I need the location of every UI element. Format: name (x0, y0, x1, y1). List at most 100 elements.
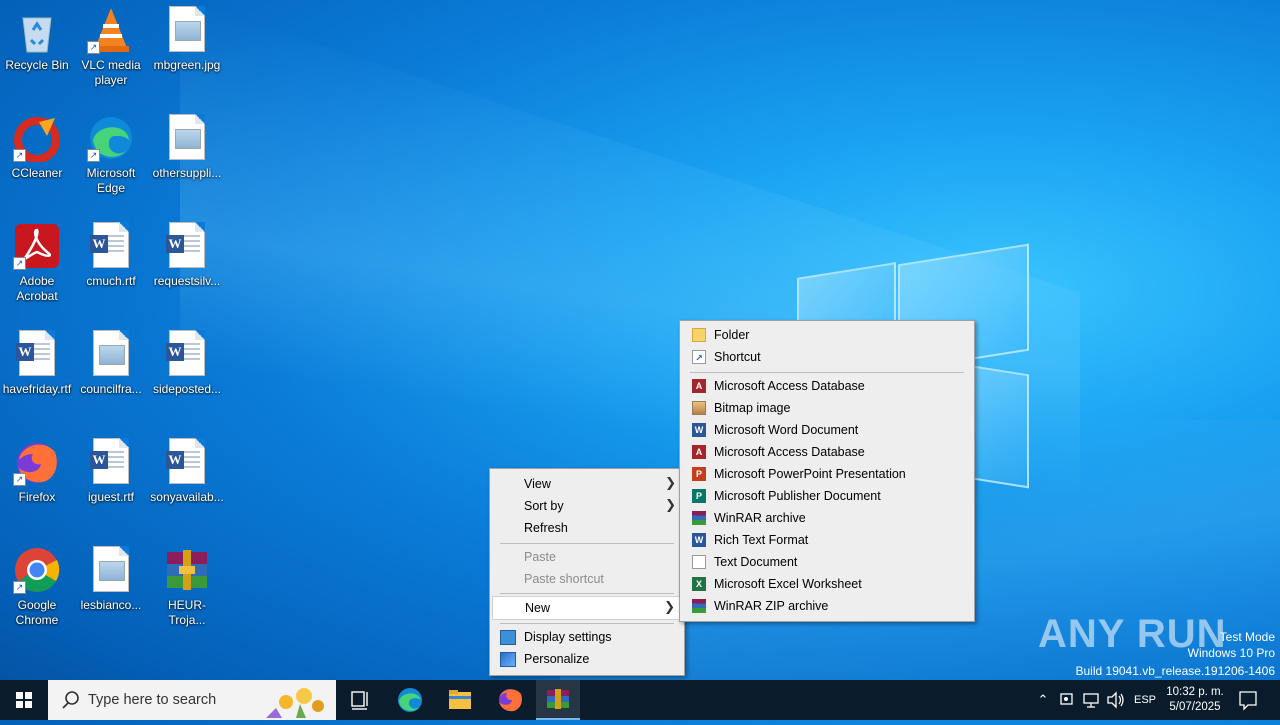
menu-item-paste[interactable]: Paste (492, 546, 682, 568)
taskbar-edge-button[interactable] (386, 680, 434, 720)
desktop-icon-requestsilv[interactable]: W requestsilv... (150, 216, 224, 289)
desktop-icon-lesbianco[interactable]: lesbianco... (74, 540, 148, 613)
menu-item-sort-by[interactable]: Sort by ❯ (492, 495, 682, 517)
menu-separator (690, 372, 964, 373)
menu-item-display-settings[interactable]: Display settings (492, 626, 682, 648)
word-doc-icon: W (87, 438, 135, 486)
desktop-icon-edge[interactable]: ↗ Microsoft Edge (74, 108, 148, 196)
desktop-icon-firefox[interactable]: ↗ Firefox (0, 432, 74, 505)
text-file-icon (692, 555, 706, 569)
menu-separator (500, 593, 674, 594)
word-doc-icon: W (13, 330, 61, 378)
submenu-item-access-database-2[interactable]: A Microsoft Access Database (682, 441, 972, 463)
input-language-indicator[interactable]: ESP (1130, 680, 1160, 720)
taskbar-search-box[interactable]: Type here to search (48, 680, 336, 720)
access-icon: A (692, 379, 706, 393)
taskbar-clock[interactable]: 10:32 p. m. 5/07/2025 (1162, 680, 1228, 725)
acrobat-icon: ↗ (13, 222, 61, 270)
menu-item-paste-shortcut[interactable]: Paste shortcut (492, 568, 682, 590)
desktop-icon-chrome[interactable]: ↗ Google Chrome (0, 540, 74, 628)
winrar-icon (163, 546, 211, 594)
desktop-icon-vlc[interactable]: ↗ VLC media player (74, 0, 148, 88)
new-submenu: Folder ↗ Shortcut A Microsoft Access Dat… (679, 320, 975, 622)
taskbar-file-explorer-button[interactable] (436, 680, 484, 720)
winrar-icon (692, 511, 706, 525)
submenu-item-winrar[interactable]: WinRAR archive (682, 507, 972, 529)
build-label: Build 19041.vb_release.191206-1406 (1075, 664, 1276, 678)
submenu-item-access-database[interactable]: A Microsoft Access Database (682, 375, 972, 397)
taskbar-firefox-button[interactable] (486, 680, 534, 720)
edge-icon (398, 688, 422, 712)
word-doc-icon: W (163, 222, 211, 270)
menu-item-refresh[interactable]: Refresh (492, 517, 682, 539)
word-doc-icon: W (163, 438, 211, 486)
windows-edition-label: Windows 10 Pro (1187, 646, 1275, 660)
submenu-item-rtf[interactable]: W Rich Text Format (682, 529, 972, 551)
desktop-icon-mbgreen[interactable]: mbgreen.jpg (150, 0, 224, 73)
desktop-icon-ccleaner[interactable]: ↗ CCleaner (0, 108, 74, 181)
taskbar-winrar-button[interactable] (536, 680, 580, 720)
submenu-item-powerpoint[interactable]: P Microsoft PowerPoint Presentation (682, 463, 972, 485)
firefox-icon: ↗ (13, 438, 61, 486)
task-view-button[interactable] (336, 680, 384, 720)
excel-icon: X (692, 577, 706, 591)
desktop-icon-havefriday[interactable]: W havefriday.rtf (0, 324, 74, 397)
word-doc-icon: W (163, 330, 211, 378)
shortcut-icon: ↗ (692, 350, 706, 364)
task-view-icon (351, 691, 368, 710)
publisher-icon: P (692, 489, 706, 503)
desktop-icon-sonyavailab[interactable]: W sonyavailab... (150, 432, 224, 505)
powerpoint-icon: P (692, 467, 706, 481)
word-icon: W (692, 423, 706, 437)
desktop-icon-othersuppli[interactable]: othersuppli... (150, 108, 224, 181)
notification-icon (1239, 691, 1257, 711)
show-hidden-icons-chevron[interactable]: ⌃ (1032, 680, 1054, 720)
action-center-button[interactable] (1234, 680, 1262, 720)
volume-icon[interactable] (1104, 680, 1126, 720)
clock-date: 5/07/2025 (1169, 701, 1221, 713)
edge-icon: ↗ (87, 114, 135, 162)
chevron-right-icon: ❯ (665, 476, 676, 491)
taskbar: Type here to search ⌃ ESP 10:32 p. m. 5/… (0, 680, 1280, 720)
desktop-icon-heur-troja[interactable]: HEUR-Troja... (150, 540, 224, 628)
search-highlight-flowers-icon (266, 688, 324, 718)
menu-item-personalize[interactable]: Personalize (492, 648, 682, 670)
chevron-right-icon: ❯ (665, 498, 676, 513)
rtf-icon: W (692, 533, 706, 547)
folder-icon (692, 328, 706, 342)
image-file-icon (163, 6, 211, 54)
desktop-icon-cmuch[interactable]: W cmuch.rtf (74, 216, 148, 289)
desktop-icon-acrobat[interactable]: ↗ Adobe Acrobat (0, 216, 74, 304)
desktop-icon-iguest[interactable]: W iguest.rtf (74, 432, 148, 505)
search-placeholder: Type here to search (88, 692, 217, 708)
image-file-icon (163, 114, 211, 162)
image-file-icon (87, 330, 135, 378)
submenu-item-folder[interactable]: Folder (682, 324, 972, 346)
meet-now-icon[interactable] (1056, 680, 1078, 720)
submenu-item-shortcut[interactable]: ↗ Shortcut (682, 346, 972, 368)
submenu-item-word[interactable]: W Microsoft Word Document (682, 419, 972, 441)
desktop-icon-sideposted[interactable]: W sideposted... (150, 324, 224, 397)
word-doc-icon: W (87, 222, 135, 270)
submenu-item-excel[interactable]: X Microsoft Excel Worksheet (682, 573, 972, 595)
desktop-context-menu: View ❯ Sort by ❯ Refresh Paste Paste sho… (489, 468, 685, 676)
network-icon[interactable] (1080, 680, 1102, 720)
clock-time: 10:32 p. m. (1166, 686, 1224, 698)
submenu-item-winrar-zip[interactable]: WinRAR ZIP archive (682, 595, 972, 617)
windows-start-icon (16, 692, 32, 708)
firefox-icon (499, 689, 522, 712)
test-mode-label: Test Mode (1219, 630, 1275, 644)
menu-item-new[interactable]: New ❯ (492, 596, 682, 620)
menu-separator (500, 623, 674, 624)
start-button[interactable] (0, 680, 48, 720)
submenu-item-bitmap[interactable]: Bitmap image (682, 397, 972, 419)
submenu-item-publisher[interactable]: P Microsoft Publisher Document (682, 485, 972, 507)
menu-item-view[interactable]: View ❯ (492, 473, 682, 495)
image-file-icon (87, 546, 135, 594)
desktop-icon-councilfra[interactable]: councilfra... (74, 324, 148, 397)
desktop-icon-recycle-bin[interactable]: Recycle Bin (0, 0, 74, 73)
personalize-icon (500, 652, 516, 667)
chevron-right-icon: ❯ (664, 600, 675, 615)
submenu-item-text-document[interactable]: Text Document (682, 551, 972, 573)
chrome-icon: ↗ (13, 546, 61, 594)
